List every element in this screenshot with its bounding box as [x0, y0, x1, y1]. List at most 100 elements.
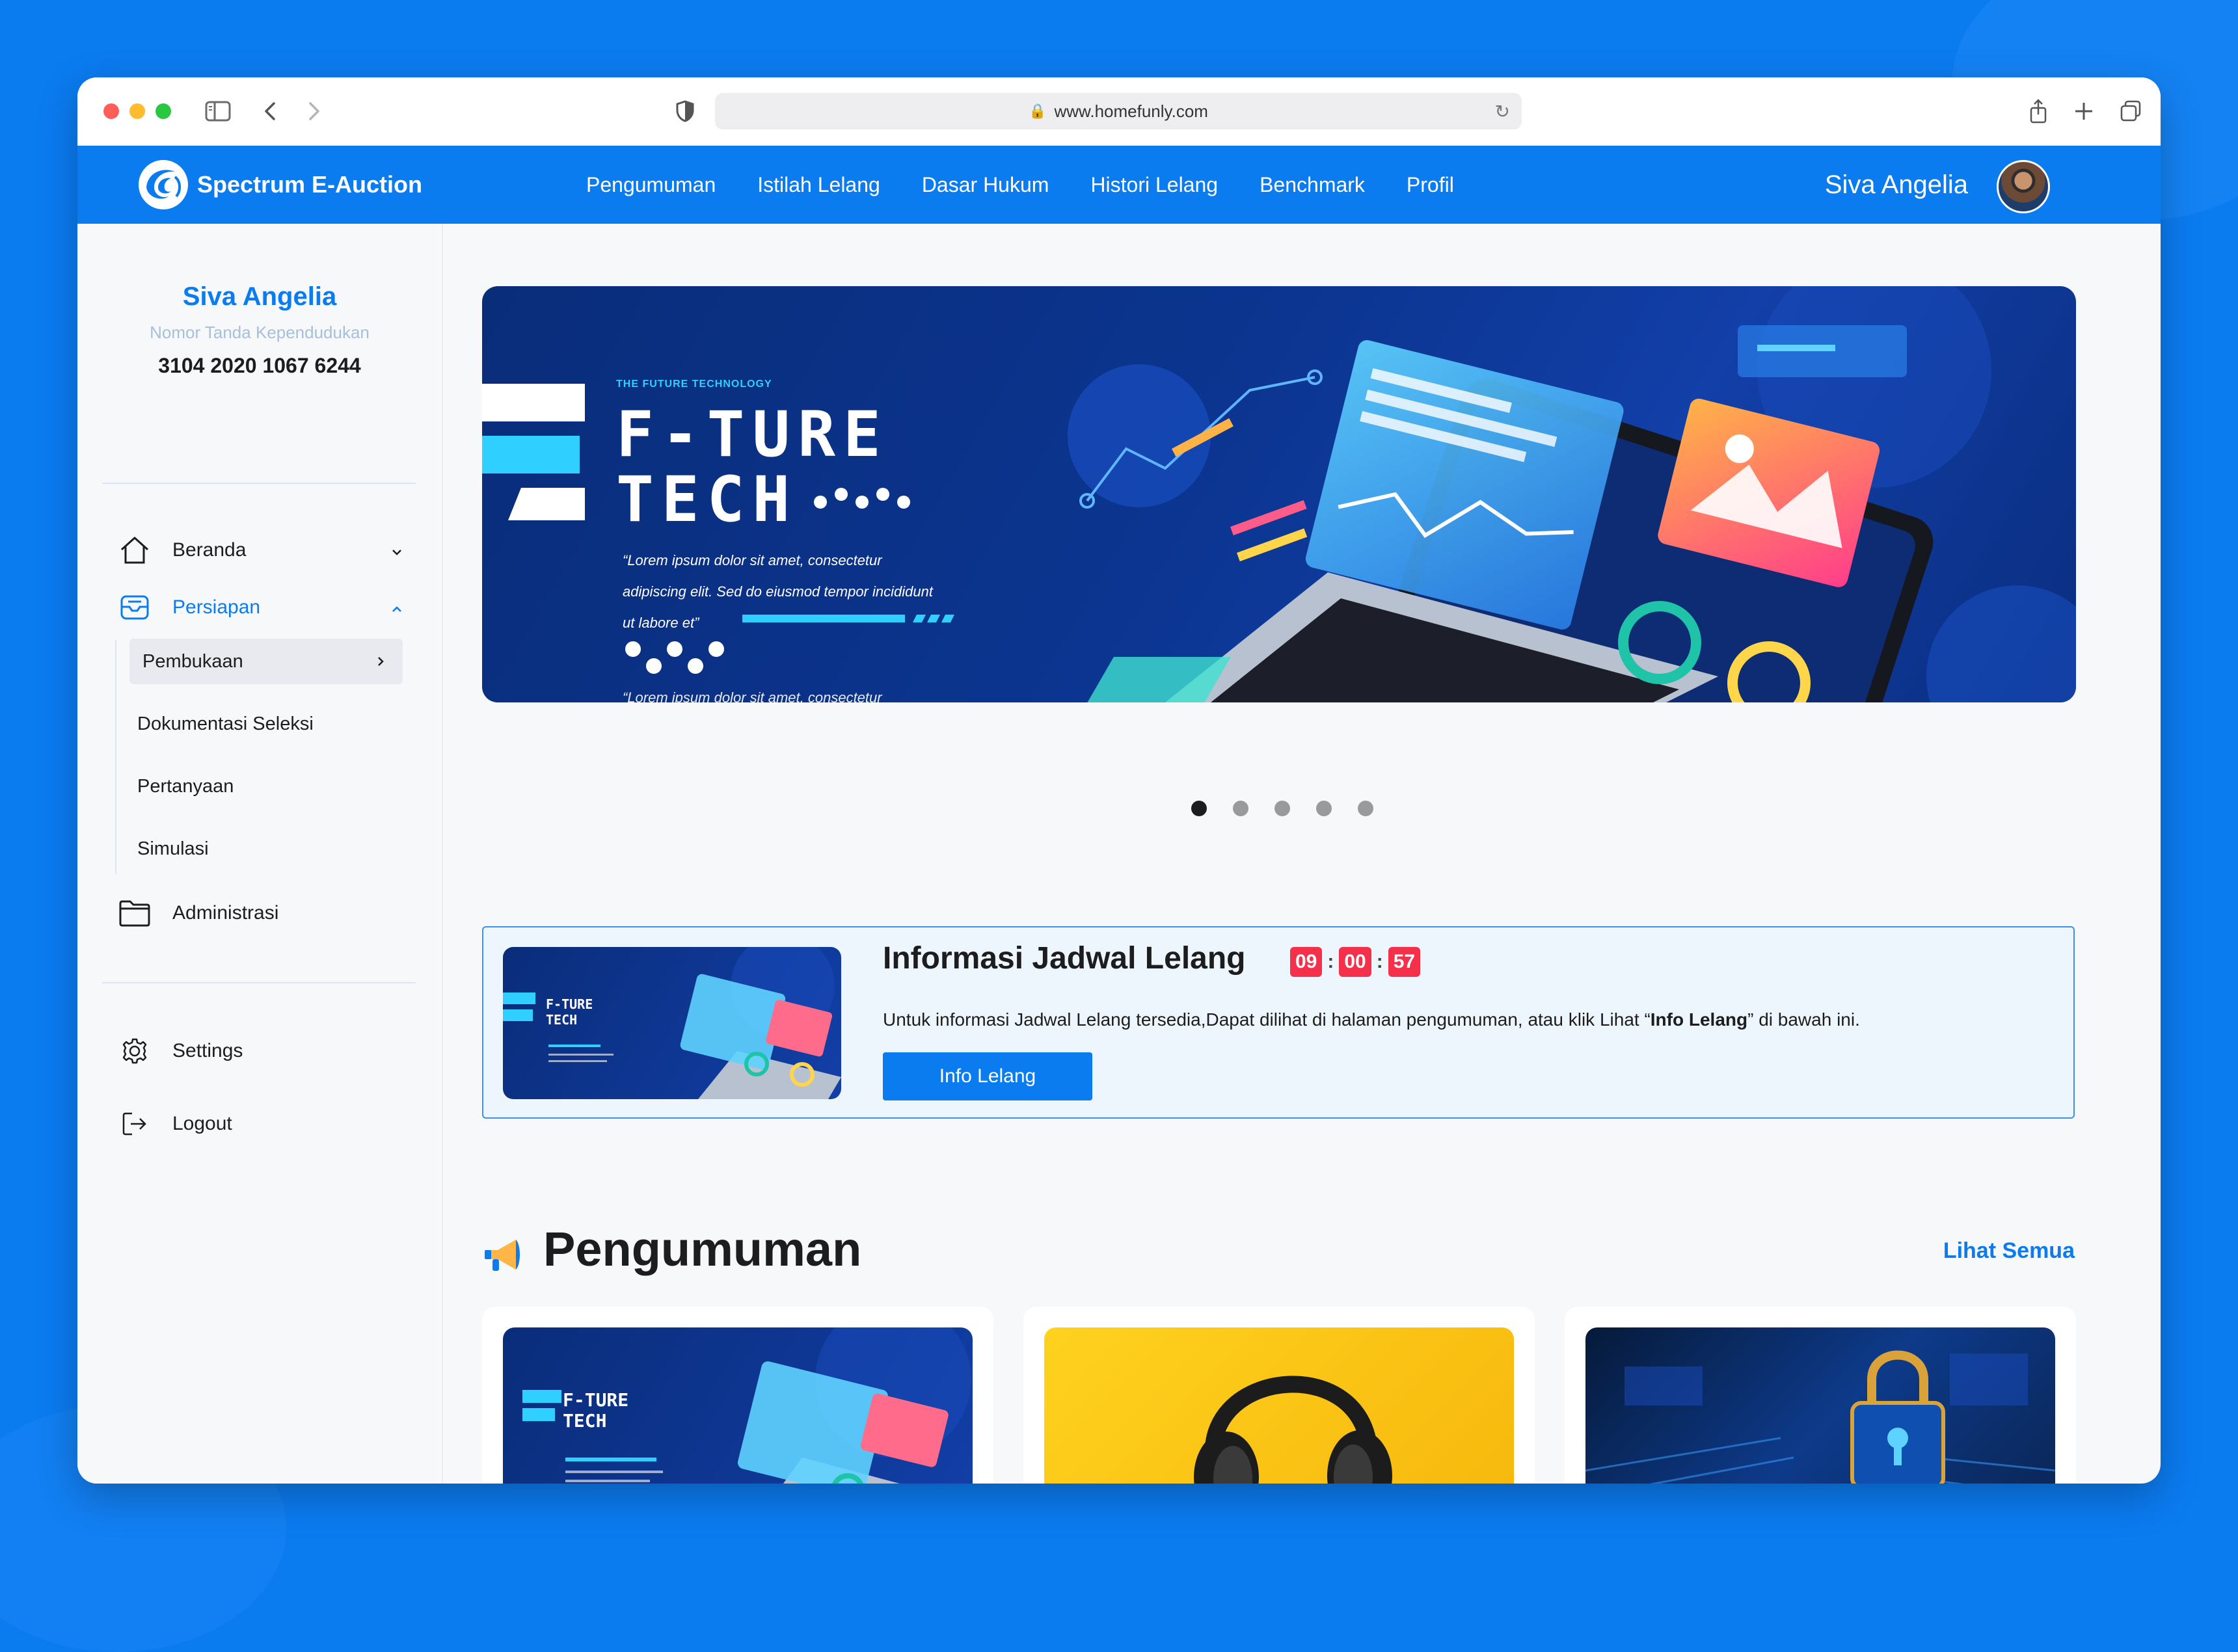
- avatar[interactable]: [1997, 160, 2050, 213]
- submenu-guide-line: [115, 640, 116, 874]
- sidebar-item-label: Logout: [172, 1113, 232, 1134]
- profile-name: Siva Angelia: [182, 282, 337, 311]
- back-icon[interactable]: [253, 94, 287, 128]
- sidebar-item-logout[interactable]: Logout: [116, 1104, 403, 1143]
- sub-item-pembukaan[interactable]: Pembukaan: [129, 639, 403, 684]
- timer-separator: :: [1376, 951, 1383, 972]
- menu-istilah-lelang[interactable]: Istilah Lelang: [757, 173, 880, 197]
- sidebar-item-settings[interactable]: Settings: [116, 1032, 403, 1071]
- sidebar-item-persiapan[interactable]: Persiapan: [116, 588, 403, 627]
- address-bar[interactable]: 🔒 www.homefunly.com ↻: [715, 93, 1522, 129]
- banner-title: F-TURE TECH: [616, 402, 889, 532]
- carousel-indicators: [1191, 801, 1373, 816]
- chevron-right-icon: [377, 652, 384, 672]
- logout-icon: [116, 1106, 153, 1142]
- banner-quote-line: adipiscing elit. Sed do eiusmod tempor i…: [623, 583, 933, 600]
- main-content: THE FUTURE TECHNOLOGY F-TURE TECH “Lorem…: [443, 224, 2161, 1484]
- nik-value: 3104 2020 1067 6244: [158, 354, 361, 377]
- browser-window: 🔒 www.homefunly.com ↻ Spectrum E-Auction…: [77, 77, 2161, 1484]
- forward-icon[interactable]: [297, 94, 331, 128]
- sidebar-item-label: Settings: [172, 1040, 243, 1061]
- privacy-shield-icon[interactable]: [668, 94, 702, 128]
- main-menu: Pengumuman Istilah Lelang Dasar Hukum Hi…: [586, 146, 1454, 224]
- sidebar-item-beranda[interactable]: Beranda: [116, 531, 403, 570]
- section-title: Pengumuman: [543, 1222, 862, 1276]
- sub-item-pertanyaan[interactable]: Pertanyaan: [124, 764, 398, 809]
- thumb-title: F-TURE TECH: [546, 996, 593, 1028]
- new-tab-icon[interactable]: [2067, 94, 2101, 128]
- carousel-dot[interactable]: [1233, 801, 1248, 816]
- carousel-dot[interactable]: [1358, 801, 1373, 816]
- brand-logo[interactable]: Spectrum E-Auction: [136, 157, 422, 212]
- auction-thumbnail: F-TURE TECH: [503, 947, 841, 1099]
- folder-icon: [116, 895, 153, 931]
- sub-item-label: Dokumentasi Seleksi: [137, 713, 314, 734]
- auction-schedule-title: Informasi Jadwal Lelang: [883, 941, 1246, 976]
- brand-name: Spectrum E-Auction: [197, 171, 423, 198]
- timer-separator: :: [1327, 951, 1334, 972]
- sub-item-dokumentasi-seleksi[interactable]: Dokumentasi Seleksi: [124, 701, 398, 747]
- chevron-up-icon: [391, 598, 403, 618]
- reload-icon[interactable]: ↻: [1495, 101, 1510, 122]
- menu-pengumuman[interactable]: Pengumuman: [586, 173, 716, 197]
- sidebar-item-label: Beranda: [172, 539, 247, 561]
- desc-bold-text: Info Lelang: [1650, 1009, 1748, 1030]
- close-window-button[interactable]: [103, 103, 119, 119]
- banner-title-line: TECH: [616, 463, 798, 536]
- thumb-title-line: F-TURE: [546, 996, 593, 1012]
- card-image-title-line: TECH: [563, 1410, 607, 1432]
- url-text: www.homefunly.com: [1054, 101, 1208, 121]
- zoom-window-button[interactable]: [155, 103, 171, 119]
- inbox-icon: [116, 589, 153, 626]
- banner-quote-line: ut labore et”: [623, 615, 699, 631]
- announcement-image: [1585, 1327, 2055, 1484]
- timer-seconds: 57: [1388, 947, 1421, 977]
- spectrum-logo-icon: [139, 160, 188, 209]
- desc-text: Untuk informasi Jadwal Lelang tersedia,D…: [883, 1009, 1651, 1030]
- carousel-dot[interactable]: [1191, 801, 1207, 816]
- headphones-icon: [1194, 1376, 1392, 1484]
- sub-item-label: Pembukaan: [142, 650, 243, 672]
- carousel-dot[interactable]: [1316, 801, 1332, 816]
- countdown-timer: 09 : 00 : 57: [1290, 947, 1421, 977]
- nik-label: Nomor Tanda Kependudukan: [150, 323, 370, 342]
- announcement-image: [1044, 1327, 1514, 1484]
- minimize-window-button[interactable]: [129, 103, 145, 119]
- megaphone-icon: [485, 1240, 520, 1271]
- browser-toolbar: 🔒 www.homefunly.com ↻: [77, 77, 2161, 146]
- thumb-title-line: TECH: [546, 1012, 578, 1028]
- announcement-card[interactable]: F-TURE TECH: [482, 1307, 993, 1484]
- see-all-link[interactable]: Lihat Semua: [1943, 1238, 2075, 1264]
- banner-quote-line: “Lorem ipsum dolor sit amet, consectetur: [623, 552, 882, 568]
- announcement-card[interactable]: [1565, 1307, 2076, 1484]
- card-image-title: F-TURE TECH: [563, 1390, 628, 1432]
- auction-schedule-description: Untuk informasi Jadwal Lelang tersedia,D…: [883, 1009, 1860, 1030]
- banner-quote-cut: “Lorem ipsum dolor sit amet, consectetur: [623, 689, 882, 702]
- padlock-icon: [1585, 1350, 2055, 1484]
- menu-profil[interactable]: Profil: [1407, 173, 1454, 197]
- announcement-card[interactable]: [1023, 1307, 1535, 1484]
- menu-benchmark[interactable]: Benchmark: [1260, 173, 1365, 197]
- home-icon: [116, 532, 153, 568]
- banner-title-line: F-TURE: [616, 398, 889, 471]
- banner-quote: “Lorem ipsum dolor sit amet, consectetur…: [623, 545, 933, 639]
- tab-overview-icon[interactable]: [2114, 94, 2148, 128]
- app-navbar: Spectrum E-Auction Pengumuman Istilah Le…: [77, 146, 2161, 224]
- divider: [102, 982, 416, 983]
- sidebar-item-label: Persiapan: [172, 596, 261, 618]
- hero-banner[interactable]: THE FUTURE TECHNOLOGY F-TURE TECH “Lorem…: [482, 286, 2076, 702]
- auction-schedule-card: F-TURE TECH Informasi Jadwal Lelang 09 :…: [482, 926, 2075, 1119]
- sidebar-item-administrasi[interactable]: Administrasi: [116, 894, 403, 933]
- divider: [102, 483, 416, 484]
- menu-histori-lelang[interactable]: Histori Lelang: [1090, 173, 1218, 197]
- card-image-title-line: F-TURE: [563, 1389, 629, 1411]
- sidebar-toggle-icon[interactable]: [201, 94, 235, 128]
- carousel-dot[interactable]: [1274, 801, 1290, 816]
- menu-dasar-hukum[interactable]: Dasar Hukum: [922, 173, 1049, 197]
- share-icon[interactable]: [2021, 94, 2055, 128]
- info-lelang-button[interactable]: Info Lelang: [883, 1052, 1092, 1100]
- sub-item-simulasi[interactable]: Simulasi: [124, 826, 398, 872]
- user-name[interactable]: Siva Angelia: [1825, 146, 1968, 224]
- desc-text: ” di bawah ini.: [1747, 1009, 1860, 1030]
- chevron-down-icon: [391, 540, 403, 561]
